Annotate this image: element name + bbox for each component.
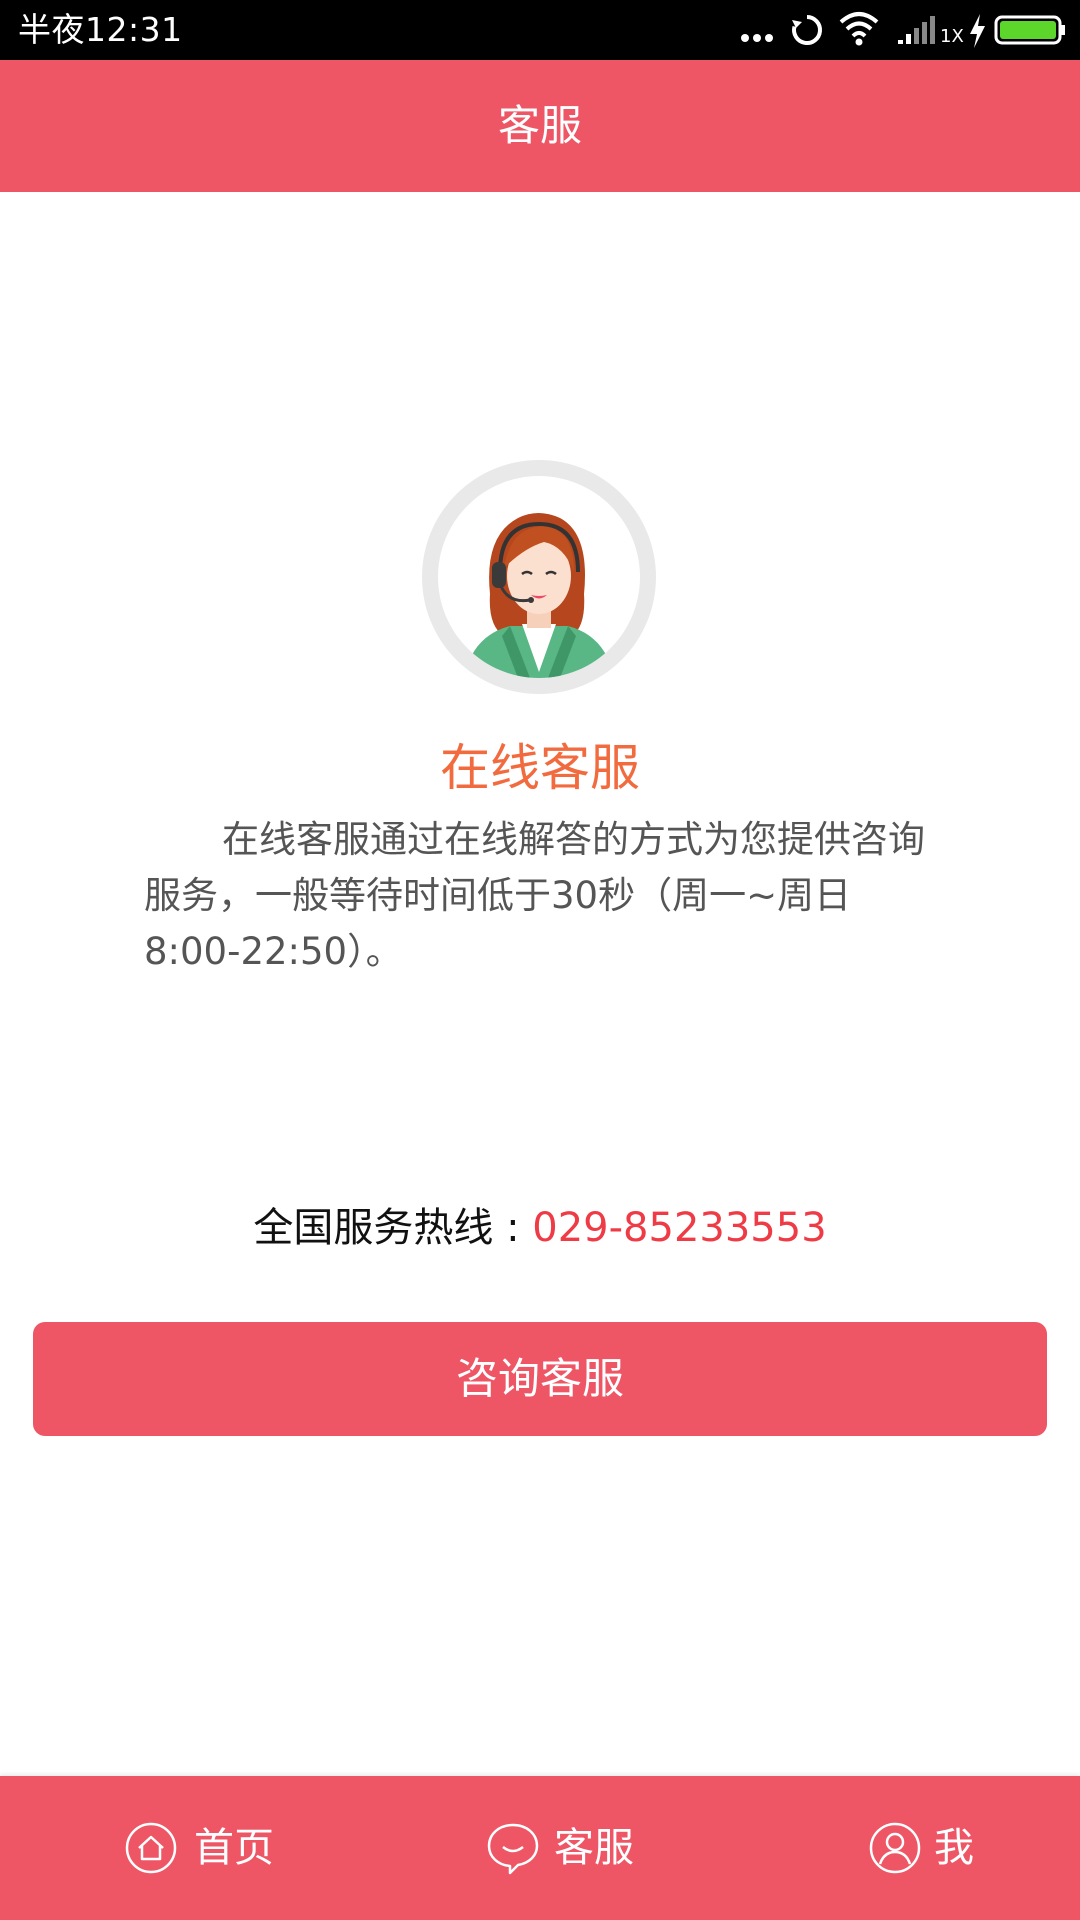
chat-bubble-icon	[487, 1823, 539, 1875]
battery-icon	[994, 15, 1065, 45]
nav-label-home: 首页	[194, 1825, 274, 1871]
page-title: 客服	[497, 101, 582, 150]
nav-item-service[interactable]: 客服	[486, 1776, 646, 1920]
nav-item-home[interactable]: 首页	[124, 1776, 284, 1920]
status-time: 半夜12:31	[18, 10, 183, 49]
wifi-icon	[839, 12, 879, 46]
nav-item-me[interactable]: 我	[868, 1776, 988, 1920]
online-service-title: 在线客服	[440, 739, 640, 797]
app-screen: 半夜12:31 1X 客服 在线客服 在线客服通过在线解答的方式为您提供咨询服务…	[0, 0, 1080, 1920]
customer-service-avatar	[422, 460, 656, 694]
signal-icon	[898, 16, 935, 44]
more-dots-icon	[741, 34, 773, 42]
hotline-label: 全国服务热线 :	[253, 1205, 533, 1251]
user-icon	[869, 1822, 921, 1874]
hotline-number[interactable]: 029-85233553	[532, 1205, 826, 1251]
sync-icon	[792, 15, 823, 45]
nav-label-service: 客服	[554, 1825, 634, 1871]
home-icon	[125, 1822, 177, 1874]
consult-service-button[interactable]: 咨询客服	[33, 1322, 1047, 1436]
charging-icon	[970, 14, 985, 48]
hotline: 全国服务热线 : 029-85233553	[0, 1198, 1080, 1258]
title-bar: 客服	[0, 60, 1080, 192]
network-type-label: 1X	[940, 26, 964, 47]
nav-label-me: 我	[934, 1825, 974, 1871]
bottom-nav: 首页 客服 我	[0, 1776, 1080, 1920]
status-bar: 半夜12:31 1X	[0, 0, 1080, 60]
agent-illustration	[438, 476, 640, 678]
online-service-description: 在线客服通过在线解答的方式为您提供咨询服务，一般等待时间低于30秒（周一~周日8…	[144, 818, 925, 973]
